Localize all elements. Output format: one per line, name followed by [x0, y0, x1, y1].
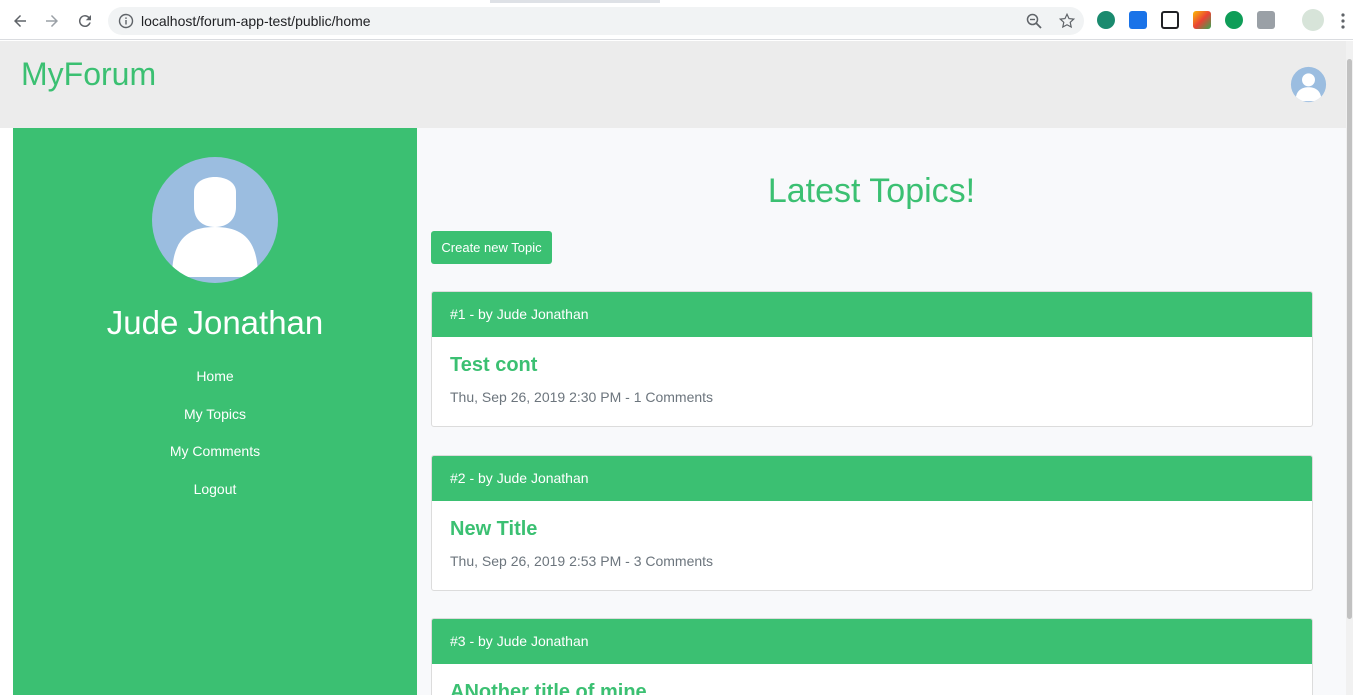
extension-globe-icon[interactable]	[1097, 11, 1115, 29]
meta-separator: -	[625, 553, 630, 569]
brand-logo[interactable]: MyForum	[21, 56, 156, 93]
topic-title-link[interactable]: Test cont	[450, 354, 537, 377]
info-icon[interactable]	[118, 13, 134, 29]
topic-card: #2 - by Jude Jonathan New Title Thu, Sep…	[431, 455, 1313, 591]
zoom-icon[interactable]	[1026, 13, 1042, 29]
forward-icon[interactable]	[40, 9, 64, 33]
topic-card-header: #2 - by Jude Jonathan	[432, 456, 1312, 501]
extension-flag-icon[interactable]	[1129, 11, 1147, 29]
app-header: MyForum	[0, 41, 1353, 128]
topic-card-header: #3 - by Jude Jonathan	[432, 619, 1312, 664]
tab-active[interactable]	[0, 0, 490, 3]
reload-icon[interactable]	[73, 9, 97, 33]
sidebar-item-my-comments[interactable]: My Comments	[13, 443, 417, 459]
topic-date: Thu, Sep 26, 2019 2:53 PM	[450, 553, 622, 569]
page-scrollbar[interactable]	[1346, 41, 1353, 695]
back-icon[interactable]	[8, 9, 32, 33]
topic-title-link[interactable]: ANother title of mine	[450, 681, 647, 695]
user-avatar-icon[interactable]	[1290, 66, 1327, 103]
topic-meta: Thu, Sep 26, 2019 2:30 PM - 1 Comments	[450, 389, 713, 405]
topic-title-link[interactable]: New Title	[450, 518, 537, 541]
create-topic-button[interactable]: Create new Topic	[431, 231, 552, 264]
topic-comments-count: 1 Comments	[633, 389, 714, 405]
scrollbar-thumb[interactable]	[1347, 59, 1352, 619]
tab-strip	[0, 0, 1353, 3]
topic-date: Thu, Sep 26, 2019 2:30 PM	[450, 389, 622, 405]
topic-meta: Thu, Sep 26, 2019 2:53 PM - 3 Comments	[450, 553, 713, 569]
topic-comments-count: 3 Comments	[633, 553, 714, 569]
main-content: Latest Topics! Create new Topic #1 - by …	[417, 128, 1346, 695]
menu-dots-icon[interactable]	[1336, 12, 1350, 30]
topic-card-header: #1 - by Jude Jonathan	[432, 292, 1312, 337]
bookmark-star-icon[interactable]	[1058, 12, 1076, 30]
sidebar-item-logout[interactable]: Logout	[13, 481, 417, 497]
extension-leaf-icon[interactable]	[1225, 11, 1243, 29]
extension-camera-icon[interactable]	[1257, 11, 1275, 29]
topic-card: #3 - by Jude Jonathan ANother title of m…	[431, 618, 1313, 695]
profile-avatar-icon	[152, 157, 278, 283]
meta-separator: -	[625, 389, 630, 405]
sidebar-item-home[interactable]: Home	[13, 368, 417, 384]
sidebar: Jude Jonathan Home My Topics My Comments…	[13, 128, 417, 695]
profile-icon[interactable]	[1302, 9, 1324, 31]
page-title: Latest Topics!	[767, 172, 976, 210]
sidebar-item-my-topics[interactable]: My Topics	[13, 406, 417, 422]
tab-other[interactable]	[660, 0, 1353, 3]
extension-page-icon[interactable]	[1161, 11, 1179, 29]
browser-toolbar: localhost/forum-app-test/public/home	[0, 0, 1353, 40]
address-url[interactable]: localhost/forum-app-test/public/home	[141, 13, 371, 29]
profile-name: Jude Jonathan	[106, 304, 324, 341]
topic-card: #1 - by Jude Jonathan Test cont Thu, Sep…	[431, 291, 1313, 427]
address-bar[interactable]: localhost/forum-app-test/public/home	[108, 7, 1084, 35]
extension-drive-icon[interactable]	[1193, 11, 1211, 29]
